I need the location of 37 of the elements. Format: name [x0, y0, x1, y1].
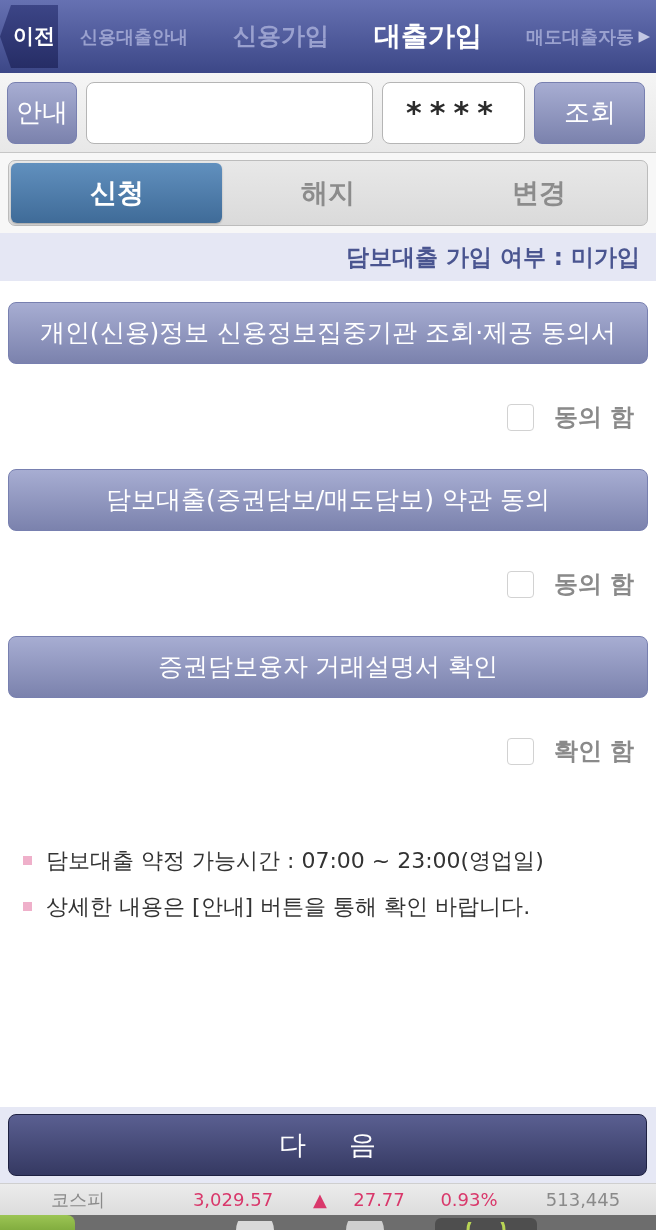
bullet-icon: [23, 901, 32, 911]
note-text: 상세한 내용은 [안내] 버튼을 통해 확인 바랍니다.: [46, 892, 531, 921]
agreement-button[interactable]: 개인(신용)정보 신용정보집중기관 조회·제공 동의서: [8, 302, 648, 364]
header-tab[interactable]: 신용대출안내: [80, 25, 188, 48]
checkbox[interactable]: [506, 403, 534, 431]
info-button[interactable]: 안내: [7, 81, 77, 144]
status-text: 담보대출 가입 여부 : 미가입: [345, 242, 640, 272]
header-tab[interactable]: 신용가입: [232, 22, 329, 51]
segment-tab[interactable]: 해지: [222, 163, 434, 223]
next-button[interactable]: 다 음: [8, 1114, 647, 1176]
back-button[interactable]: 이전: [0, 5, 58, 68]
password-field[interactable]: ****: [382, 81, 525, 144]
change-arrow: ▲: [313, 1188, 327, 1212]
trailing-value: 513,445: [545, 1188, 621, 1212]
ring-icon: [466, 1222, 506, 1230]
segment-tab[interactable]: 신청: [11, 163, 223, 223]
search-button[interactable]: 조회: [534, 81, 645, 144]
header-tab[interactable]: 매도대출자동: [526, 25, 635, 48]
checkbox-label: 확인 함: [553, 736, 634, 767]
app-tile-icon[interactable]: [0, 1215, 75, 1230]
header-tab[interactable]: 대출가입: [373, 20, 482, 53]
index-name: 코스피: [51, 1188, 105, 1212]
toolbar-tab[interactable]: [435, 1218, 537, 1230]
checkbox[interactable]: [506, 570, 534, 598]
checkbox[interactable]: [506, 737, 534, 765]
change-rate: 0.93%: [440, 1188, 498, 1212]
segment-tab[interactable]: 변경: [433, 163, 645, 223]
agreement-button[interactable]: 증권담보융자 거래설명서 확인: [8, 636, 648, 698]
checkbox-label: 동의 함: [553, 402, 634, 433]
change-value: 27.77: [353, 1188, 405, 1212]
bullet-icon: [23, 855, 32, 865]
note-text: 담보대출 약정 가능시간 : 07:00 ~ 23:00(영업일): [46, 846, 544, 875]
checkbox-label: 동의 함: [553, 569, 634, 600]
account-field[interactable]: [86, 81, 373, 144]
agreement-button[interactable]: 담보대출(증권담보/매도담보) 약관 동의: [8, 469, 648, 531]
more-arrow[interactable]: ▶: [638, 25, 650, 48]
index-value: 3,029.57: [192, 1188, 274, 1212]
